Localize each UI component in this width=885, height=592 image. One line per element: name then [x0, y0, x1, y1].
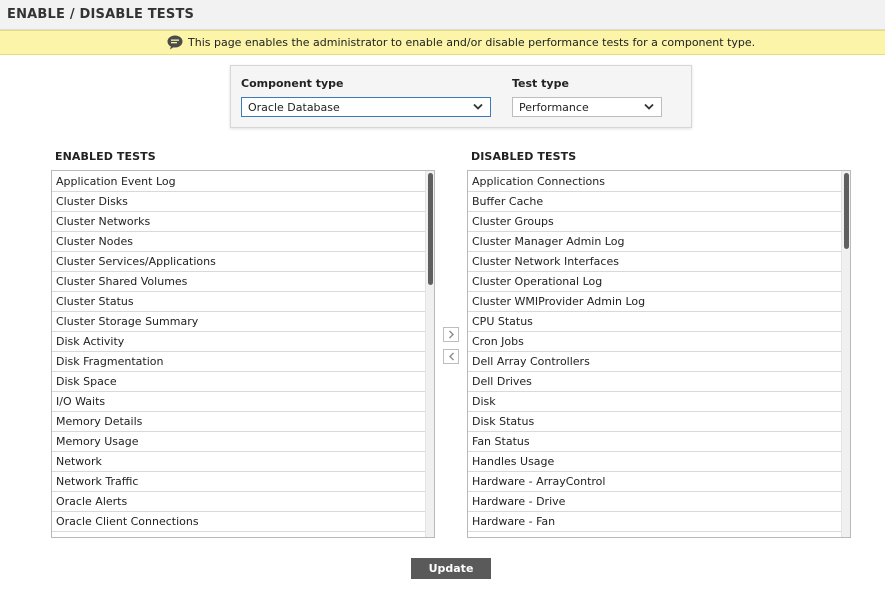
chevron-down-icon [473, 103, 483, 110]
component-type-dropdown[interactable]: Oracle Database [241, 97, 491, 117]
disabled-tests-list[interactable]: Application Connections Buffer Cache Clust… [467, 170, 851, 538]
list-item[interactable]: Dell Drives [468, 372, 842, 392]
list-item[interactable]: Handles Usage [468, 452, 842, 472]
list-item[interactable]: I/O Waits [52, 392, 426, 412]
component-type-label: Component type [241, 77, 344, 90]
list-item[interactable]: Application Event Log [52, 172, 426, 192]
list-item[interactable]: Memory Details [52, 412, 426, 432]
list-item[interactable]: Cluster Storage Summary [52, 312, 426, 332]
enabled-scrollbar[interactable] [425, 171, 434, 537]
list-item[interactable]: Application Connections [468, 172, 842, 192]
list-item[interactable]: Oracle Alerts [52, 492, 426, 512]
list-item[interactable]: Buffer Cache [468, 192, 842, 212]
list-item[interactable]: Cluster Groups [468, 212, 842, 232]
list-item[interactable]: Disk [468, 392, 842, 412]
move-to-enabled-button[interactable] [443, 349, 459, 364]
chevron-down-icon [644, 103, 654, 110]
list-item[interactable]: Cluster WMIProvider Admin Log [468, 292, 842, 312]
disabled-tests-items: Application Connections Buffer Cache Clust… [468, 172, 842, 532]
disabled-scrollbar-thumb[interactable] [844, 173, 849, 249]
list-item[interactable]: Cluster Network Interfaces [468, 252, 842, 272]
list-item[interactable]: Disk Activity [52, 332, 426, 352]
page-title: ENABLE / DISABLE TESTS [7, 7, 195, 22]
list-item[interactable]: Cluster Services/Applications [52, 252, 426, 272]
list-item[interactable]: Fan Status [468, 432, 842, 452]
list-item[interactable]: Cluster Status [52, 292, 426, 312]
list-item[interactable]: Disk Status [468, 412, 842, 432]
list-item[interactable]: Cluster Shared Volumes [52, 272, 426, 292]
move-to-disabled-button[interactable] [443, 327, 459, 342]
component-type-value: Oracle Database [248, 101, 340, 114]
enabled-tests-title: ENABLED TESTS [55, 150, 156, 163]
test-type-label: Test type [512, 77, 569, 90]
list-item[interactable]: Disk Space [52, 372, 426, 392]
title-bar: ENABLE / DISABLE TESTS [0, 0, 885, 30]
list-item[interactable]: Dell Array Controllers [468, 352, 842, 372]
list-item[interactable]: Hardware - Drive [468, 492, 842, 512]
list-item[interactable]: Cluster Nodes [52, 232, 426, 252]
list-item[interactable]: Memory Usage [52, 432, 426, 452]
test-type-dropdown[interactable]: Performance [512, 97, 662, 117]
speech-bubble-icon [167, 35, 183, 50]
list-item[interactable]: Network Traffic [52, 472, 426, 492]
update-button[interactable]: Update [411, 558, 491, 579]
list-item[interactable]: Cluster Networks [52, 212, 426, 232]
list-item[interactable]: Oracle Client Connections [52, 512, 426, 532]
enabled-tests-list[interactable]: Application Event Log Cluster Disks Cluste… [51, 170, 435, 538]
list-item[interactable]: Cluster Operational Log [468, 272, 842, 292]
disabled-tests-title: DISABLED TESTS [471, 150, 577, 163]
selection-panel: Component type Oracle Database Test type… [230, 65, 692, 128]
disabled-scrollbar[interactable] [841, 171, 850, 537]
enabled-scrollbar-thumb[interactable] [428, 173, 433, 285]
list-item[interactable]: Network [52, 452, 426, 472]
list-item[interactable]: Cron Jobs [468, 332, 842, 352]
enabled-tests-items: Application Event Log Cluster Disks Cluste… [52, 172, 426, 532]
chevron-right-icon [449, 330, 454, 339]
list-item[interactable]: CPU Status [468, 312, 842, 332]
list-item[interactable]: Hardware - Fan [468, 512, 842, 532]
list-item[interactable]: Cluster Disks [52, 192, 426, 212]
chevron-left-icon [449, 352, 454, 361]
list-item[interactable]: Disk Fragmentation [52, 352, 426, 372]
info-banner: This page enables the administrator to e… [0, 30, 885, 55]
info-text: This page enables the administrator to e… [188, 36, 756, 49]
list-item[interactable]: Hardware - ArrayControl [468, 472, 842, 492]
list-item[interactable]: Cluster Manager Admin Log [468, 232, 842, 252]
test-type-value: Performance [519, 101, 589, 114]
